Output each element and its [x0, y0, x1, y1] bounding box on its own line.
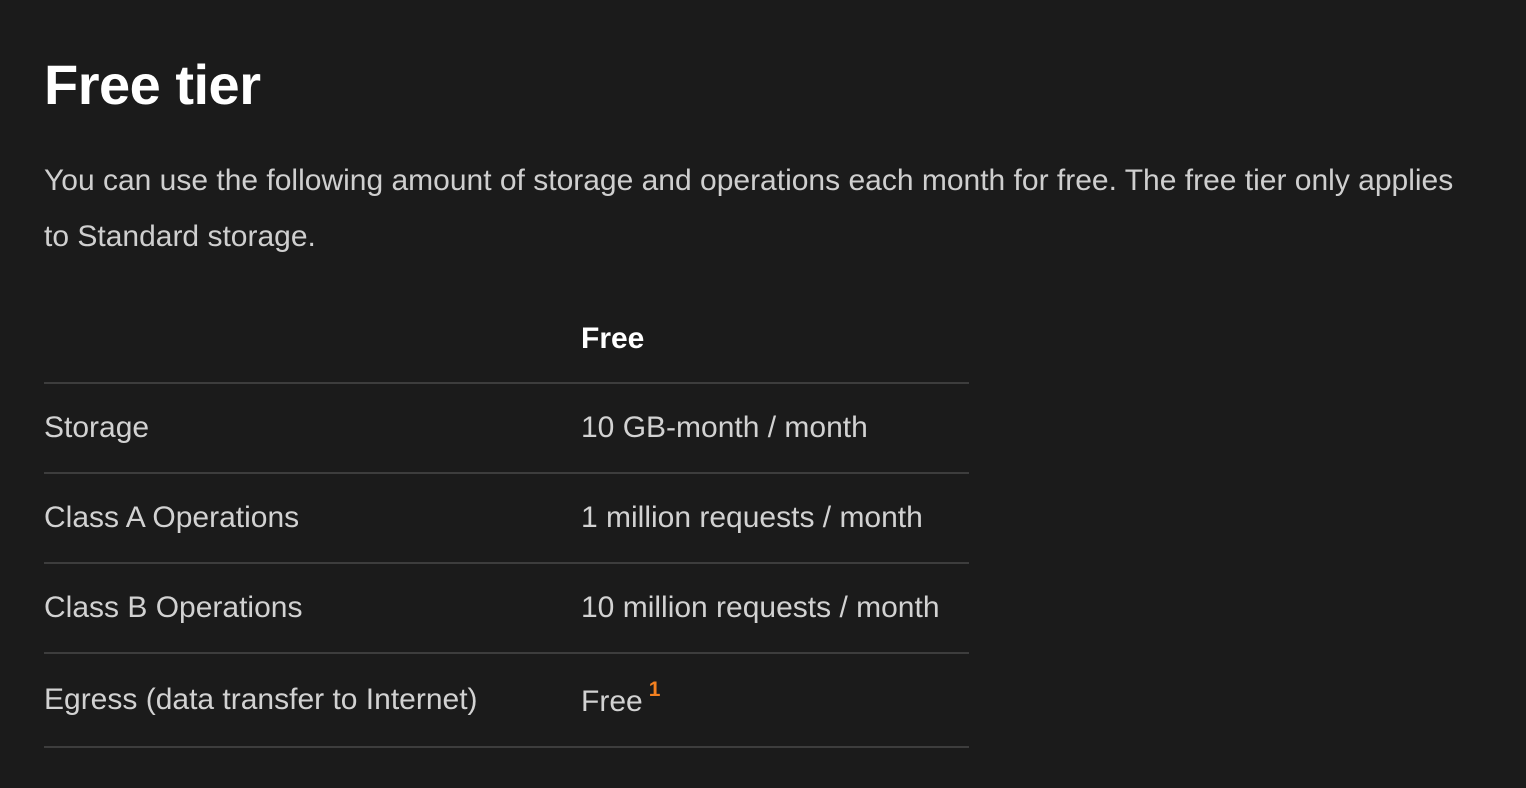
row-value: 1 million requests / month	[581, 473, 969, 564]
table-row: Egress (data transfer to Internet) Free 1	[44, 653, 969, 748]
table-row: Class B Operations 10 million requests /…	[44, 563, 969, 654]
section-intro: You can use the following amount of stor…	[44, 164, 1454, 253]
row-label: Class A Operations	[44, 473, 581, 564]
row-label: Egress (data transfer to Internet)	[44, 653, 581, 748]
table-header-free: Free	[581, 296, 969, 384]
row-value: 10 GB-month / month	[581, 383, 969, 474]
footnote-link[interactable]: 1	[649, 678, 661, 701]
section-title: Free tier	[44, 53, 261, 116]
table-header-row: Free	[44, 296, 969, 384]
row-value: Free	[581, 684, 643, 718]
row-label: Class B Operations	[44, 563, 581, 654]
table-header-empty	[44, 296, 581, 384]
row-value: 10 million requests / month	[581, 563, 969, 654]
table-row: Class A Operations 1 million requests / …	[44, 473, 969, 564]
free-tier-table: Free Storage 10 GB-month / month Class A…	[44, 296, 969, 748]
row-label: Storage	[44, 383, 581, 474]
row-value-cell: Free 1	[581, 653, 969, 748]
table-row: Storage 10 GB-month / month	[44, 383, 969, 474]
